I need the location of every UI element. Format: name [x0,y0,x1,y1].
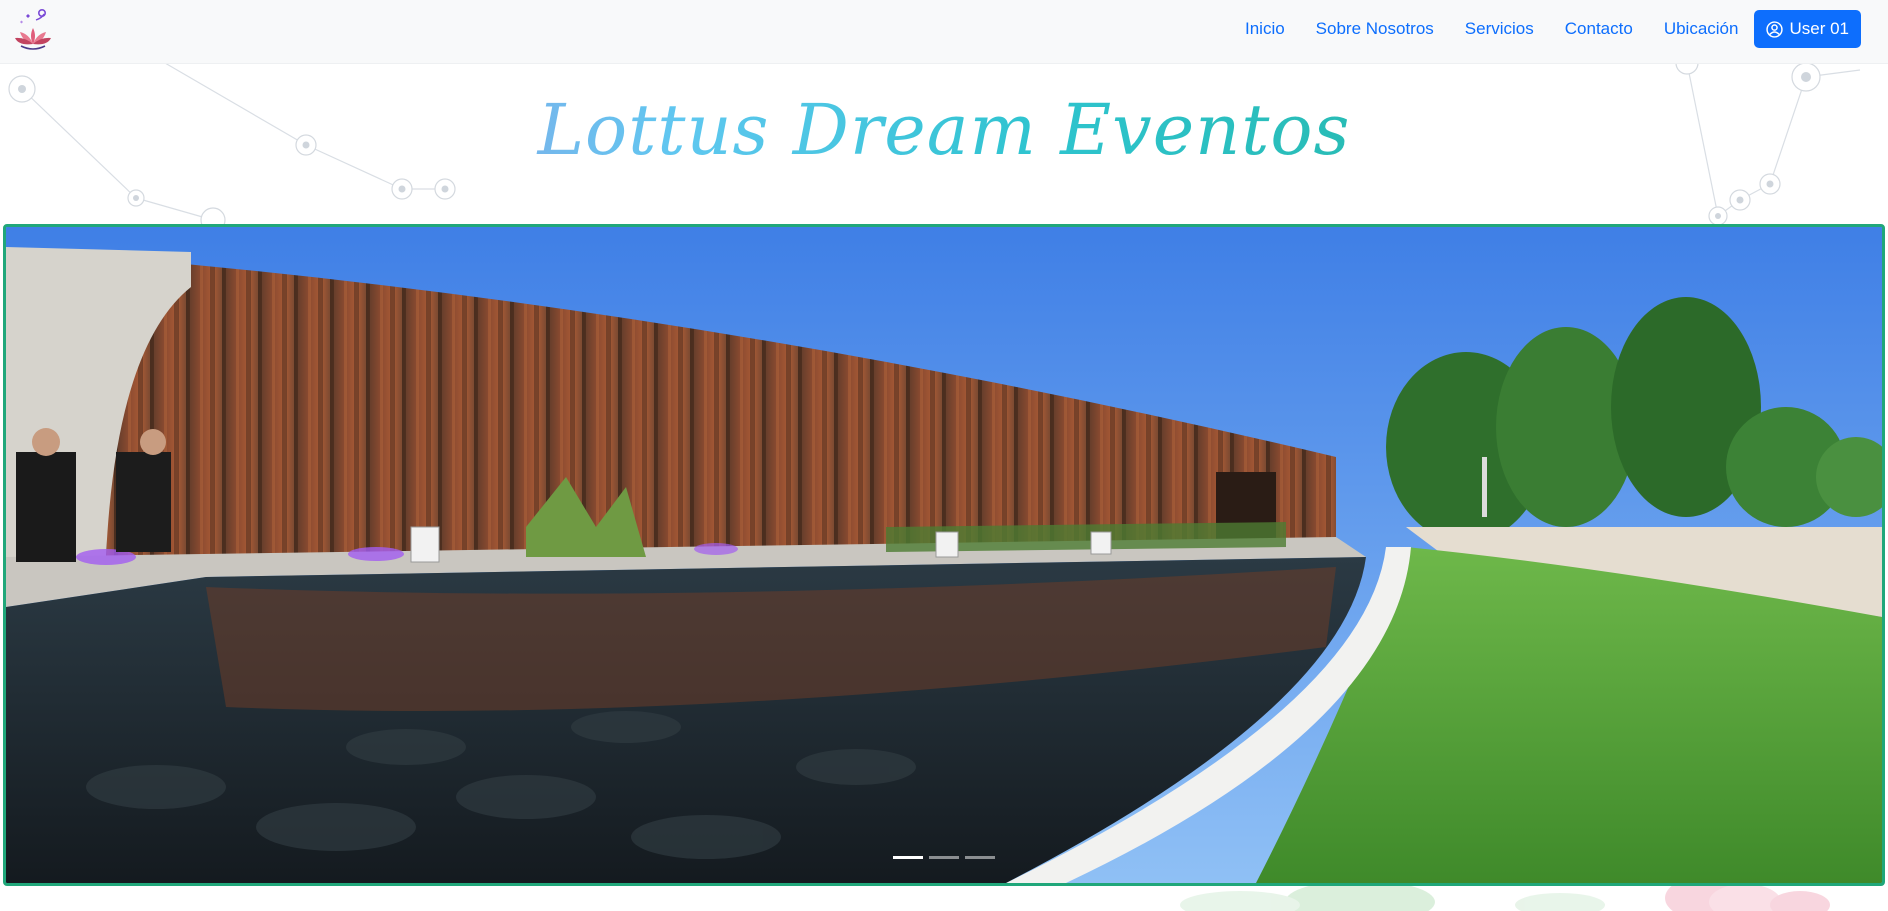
carousel-indicators [6,856,1882,859]
carousel-indicator-2[interactable] [929,856,959,859]
nav-link-servicios[interactable]: Servicios [1465,19,1534,39]
nav-link-contacto[interactable]: Contacto [1565,19,1633,39]
hero-carousel[interactable] [3,224,1885,886]
user-button[interactable]: User 01 [1754,10,1861,48]
lotus-logo-icon[interactable] [12,8,54,52]
carousel-slide-venue-image [6,227,1882,883]
carousel-indicator-3[interactable] [965,856,995,859]
navbar: Inicio Sobre Nosotros Servicios Contacto… [0,0,1888,64]
nav-link-sobre-nosotros[interactable]: Sobre Nosotros [1316,19,1434,39]
nav-links: Inicio Sobre Nosotros Servicios Contacto… [1245,0,1888,58]
carousel-indicator-1[interactable] [893,856,923,859]
user-button-label: User 01 [1789,19,1849,38]
user-circle-icon [1766,20,1784,38]
page-title: Lottus Dream Eventos [0,82,1888,178]
nav-link-inicio[interactable]: Inicio [1245,19,1285,39]
nav-link-ubicacion[interactable]: Ubicación [1664,19,1739,39]
